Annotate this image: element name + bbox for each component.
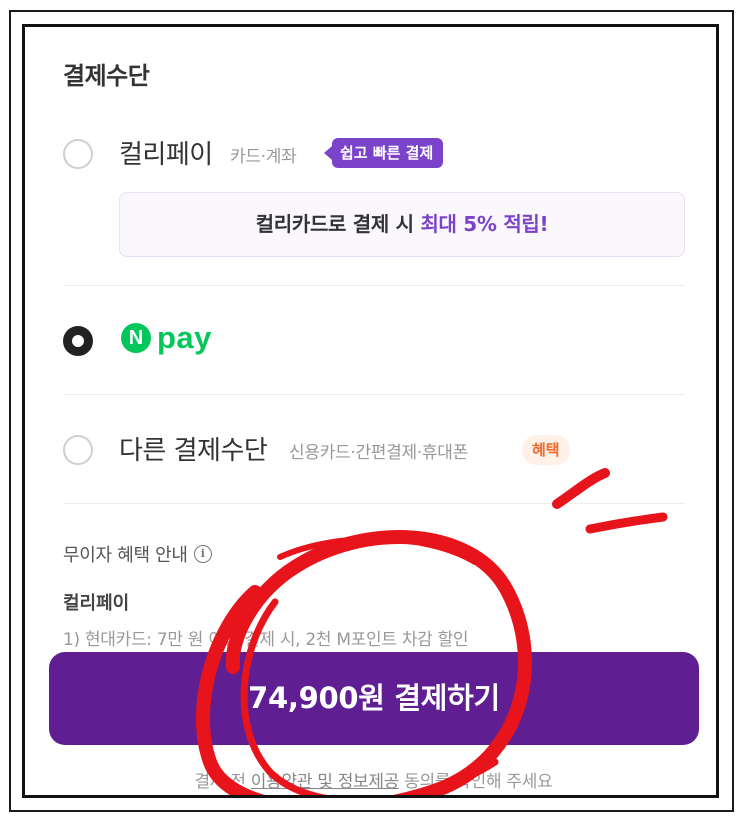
benefit-subtitle: 컬리페이 xyxy=(63,593,130,614)
promo-highlight: 최대 5% 적립! xyxy=(420,212,549,236)
terms-link[interactable]: 이용약관 및 정보제공 xyxy=(251,772,400,792)
divider xyxy=(63,285,685,286)
notice-suffix: 동의를 확인해 주세요 xyxy=(399,772,553,792)
benefit-info[interactable]: 무이자 혜택 안내 i xyxy=(63,541,212,567)
npay-logo[interactable]: N pay xyxy=(121,320,212,356)
divider xyxy=(63,503,685,504)
benefit-title: 무이자 혜택 안내 xyxy=(63,545,188,566)
divider xyxy=(63,394,685,395)
benefit-badge: 혜택 xyxy=(522,435,570,465)
benefit-line: 1) 현대카드: 7만 원 이상 결제 시, 2천 M포인트 차감 할인 xyxy=(63,630,469,650)
naver-n-icon: N xyxy=(121,323,151,353)
kurlypay-badge: 쉽고 빠른 결제 xyxy=(323,138,444,168)
info-icon[interactable]: i xyxy=(193,545,212,563)
promo-banner: 컬리카드로 결제 시 최대 5% 적립! xyxy=(119,192,685,257)
other-label[interactable]: 다른 결제수단 xyxy=(119,430,268,467)
section-title: 결제수단 xyxy=(63,62,150,90)
payment-panel: 결제수단 컬리페이 카드·계좌 쉽고 빠른 결제 컬리카드로 결제 시 최대 5… xyxy=(22,24,719,798)
radio-kurlypay[interactable] xyxy=(63,139,93,169)
pay-button[interactable]: 74,900원 결제하기 xyxy=(49,652,699,745)
kurlypay-sub: 카드·계좌 xyxy=(230,147,297,167)
terms-notice: 결제 전 이용약관 및 정보제공 동의를 확인해 주세요 xyxy=(25,767,716,792)
promo-text: 컬리카드로 결제 시 xyxy=(255,212,421,236)
npay-text: pay xyxy=(157,320,212,355)
radio-npay[interactable] xyxy=(63,326,93,356)
other-sub: 신용카드·간편결제·휴대폰 xyxy=(289,443,468,463)
kurlypay-label[interactable]: 컬리페이 xyxy=(119,134,213,171)
radio-other[interactable] xyxy=(63,435,93,465)
notice-prefix: 결제 전 xyxy=(194,772,251,792)
